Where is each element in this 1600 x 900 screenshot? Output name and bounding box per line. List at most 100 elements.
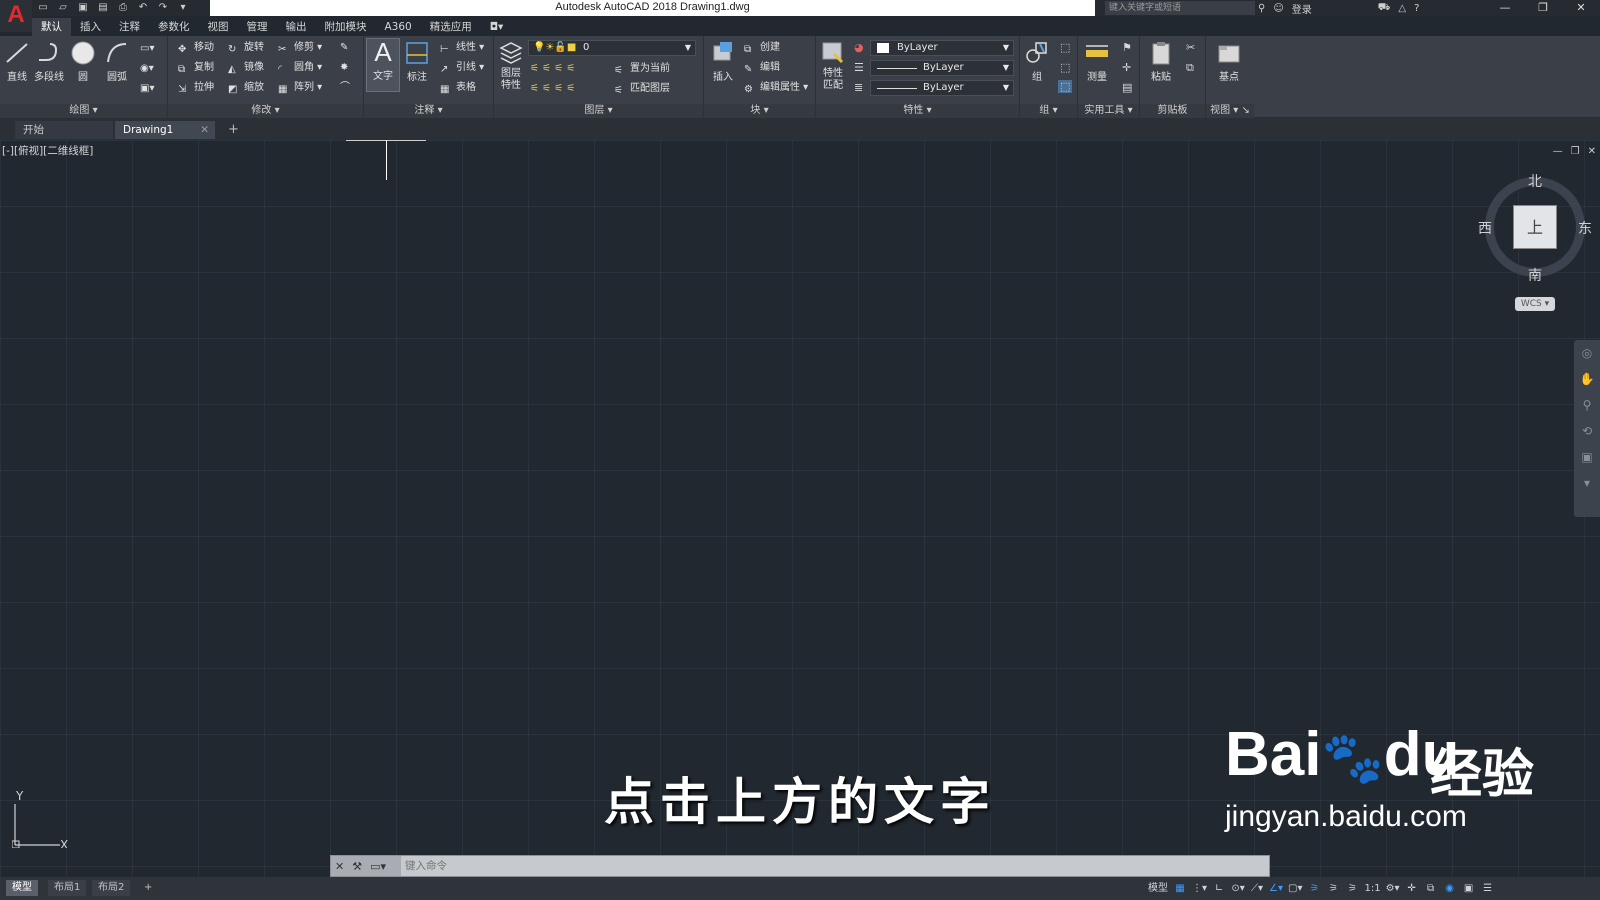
- tab-insert[interactable]: 插入: [71, 18, 110, 36]
- trim-button[interactable]: ✂ 修剪 ▾: [278, 39, 322, 57]
- application-menu-button[interactable]: A: [0, 0, 32, 32]
- circle-tool[interactable]: 圆: [66, 40, 100, 83]
- layers-panel-title[interactable]: 图层 ▾: [494, 104, 703, 118]
- tab-addins[interactable]: 附加模块: [316, 18, 376, 36]
- redo-icon[interactable]: ↷: [156, 2, 170, 14]
- steering-wheel-icon[interactable]: ◎: [1574, 340, 1600, 366]
- viewcube[interactable]: 上 北 南 西 东: [1478, 172, 1592, 285]
- grid-icon[interactable]: ▦: [1173, 882, 1187, 896]
- mirror-button[interactable]: ◭ 镜像: [228, 59, 264, 77]
- login-link[interactable]: 登录: [1292, 1, 1312, 16]
- viewcube-top-face[interactable]: 上: [1513, 205, 1557, 249]
- erase-icon[interactable]: ✎: [340, 39, 348, 57]
- create-block-button[interactable]: ⧉ 创建: [744, 39, 780, 57]
- add-layout-button[interactable]: +: [138, 880, 158, 896]
- point-icon[interactable]: ✛: [1122, 61, 1131, 74]
- arc-tool[interactable]: 圆弧: [100, 40, 134, 83]
- rectangle-icon[interactable]: ▭▾: [140, 40, 154, 58]
- drawing-canvas[interactable]: [-][俯视][二维线框] — ❐ ✕ 上 北 南 西 东 WCS ▾ ◎ ✋ …: [0, 140, 1600, 880]
- boundary-icon[interactable]: ▣▾: [140, 80, 154, 98]
- tab-drawing1[interactable]: Drawing1 ✕: [115, 121, 215, 139]
- tab-a360[interactable]: A360: [376, 18, 421, 36]
- viewport-restore-icon[interactable]: ❐: [1571, 146, 1580, 157]
- group-tool[interactable]: 组: [1022, 40, 1052, 83]
- linear-dim-button[interactable]: ⊢ 线性 ▾: [440, 39, 484, 57]
- user-icon[interactable]: ☺: [1273, 3, 1283, 14]
- print-icon[interactable]: ⎙: [116, 2, 130, 14]
- quick-select-icon[interactable]: ⚑: [1122, 41, 1132, 54]
- tab-start[interactable]: 开始: [15, 121, 113, 139]
- showmotion-icon[interactable]: ▣: [1574, 444, 1600, 470]
- open-icon[interactable]: ▱: [56, 2, 70, 14]
- groups-panel-title[interactable]: 组 ▾: [1020, 104, 1077, 118]
- layer-tools-row1[interactable]: ⚟ ⚟ ⚟ ⚟: [530, 60, 575, 78]
- pan-icon[interactable]: ✋: [1574, 366, 1600, 392]
- move-button[interactable]: ✥ 移动: [178, 39, 214, 57]
- snap-icon[interactable]: ⋮▾: [1192, 882, 1207, 896]
- explode-icon[interactable]: ✸: [340, 59, 348, 77]
- color-wheel-icon[interactable]: ◕: [854, 41, 864, 54]
- hatch-icon[interactable]: ◉▾: [140, 60, 154, 78]
- calculator-icon[interactable]: ▤: [1122, 81, 1132, 94]
- viewcube-south[interactable]: 南: [1528, 265, 1542, 285]
- layout-tab-layout1[interactable]: 布局1: [48, 880, 87, 896]
- annotation-scale-value[interactable]: 1:1: [1365, 882, 1381, 896]
- zoom-icon[interactable]: ⚲: [1574, 392, 1600, 418]
- a360-icon[interactable]: △: [1398, 3, 1406, 14]
- scale-button[interactable]: ◩ 缩放: [228, 79, 264, 97]
- lineweight-icon[interactable]: ≣: [854, 81, 863, 94]
- save-as-icon[interactable]: ▤: [96, 2, 110, 14]
- group-select-icon[interactable]: ⬚: [1058, 80, 1073, 93]
- object-snap-icon[interactable]: ▢▾: [1288, 882, 1302, 896]
- linetype-icon[interactable]: ☰: [854, 61, 864, 74]
- tab-home[interactable]: 默认: [32, 18, 71, 36]
- leader-button[interactable]: ↗ 引线 ▾: [440, 59, 484, 77]
- object-snap-tracking-icon[interactable]: ∠▾: [1269, 882, 1283, 896]
- block-panel-title[interactable]: 块 ▾: [704, 104, 815, 118]
- restore-button[interactable]: ❐: [1524, 0, 1562, 16]
- qat-dropdown-icon[interactable]: ▾: [176, 2, 190, 14]
- tab-output[interactable]: 输出: [277, 18, 316, 36]
- auto-scale-icon[interactable]: ⚞: [1327, 882, 1341, 896]
- command-close-icon[interactable]: ✕: [335, 860, 344, 873]
- dimension-tool[interactable]: 标注: [400, 40, 434, 83]
- edit-attributes-button[interactable]: ⚙ 编辑属性 ▾: [744, 79, 808, 97]
- table-button[interactable]: ▦ 表格: [440, 79, 476, 97]
- new-tab-button[interactable]: +: [228, 121, 239, 139]
- group-edit-icon[interactable]: ⬚: [1060, 61, 1070, 74]
- polar-icon[interactable]: ⊙▾: [1231, 882, 1245, 896]
- annotation-monitor-icon[interactable]: ✛: [1405, 882, 1419, 896]
- clipboard-panel-title[interactable]: 剪贴板: [1140, 104, 1205, 118]
- tab-view[interactable]: 视图: [199, 18, 238, 36]
- rotate-button[interactable]: ↻ 旋转: [228, 39, 264, 57]
- units-icon[interactable]: ⧉: [1424, 882, 1438, 896]
- properties-panel-title[interactable]: 特性 ▾: [816, 104, 1019, 118]
- offset-icon[interactable]: ⌒: [340, 79, 350, 97]
- insert-tool[interactable]: 插入: [706, 40, 740, 83]
- viewport-minimize-icon[interactable]: —: [1553, 146, 1563, 157]
- draw-panel-title[interactable]: 绘图 ▾: [0, 104, 167, 118]
- cart-icon[interactable]: ⛟: [1378, 2, 1391, 15]
- undo-icon[interactable]: ↶: [136, 2, 150, 14]
- search-input[interactable]: 键入关键字或短语: [1105, 1, 1255, 15]
- command-customize-icon[interactable]: ⚒: [352, 860, 362, 873]
- orbit-icon[interactable]: ⟲: [1574, 418, 1600, 444]
- base-point-tool[interactable]: 基点: [1212, 40, 1246, 83]
- wcs-menu-button[interactable]: WCS ▾: [1515, 297, 1555, 311]
- tab-manage[interactable]: 管理: [238, 18, 277, 36]
- navbar-menu-icon[interactable]: ▾: [1574, 470, 1600, 496]
- copy-button[interactable]: ⧉ 复制: [178, 59, 214, 77]
- customization-menu-icon[interactable]: ☰: [1481, 882, 1495, 896]
- new-icon[interactable]: ▭: [36, 2, 50, 14]
- layer-dropdown[interactable]: 💡☀🔓■ 0 ▼: [528, 40, 696, 56]
- line-tool[interactable]: 直线: [0, 40, 34, 83]
- cut-icon[interactable]: ✂: [1186, 41, 1195, 54]
- stretch-button[interactable]: ⇲ 拉伸: [178, 79, 214, 97]
- tab-featured-apps[interactable]: 精选应用: [421, 18, 481, 36]
- polyline-tool[interactable]: 多段线: [32, 40, 66, 83]
- binoculars-icon[interactable]: ⚲: [1258, 3, 1265, 14]
- modify-panel-title[interactable]: 修改 ▾: [168, 104, 363, 118]
- layout-tab-model[interactable]: 模型: [6, 880, 38, 896]
- match-layer-button[interactable]: ⚟ 匹配图层: [614, 80, 670, 98]
- isolate-objects-icon[interactable]: ◉: [1443, 882, 1457, 896]
